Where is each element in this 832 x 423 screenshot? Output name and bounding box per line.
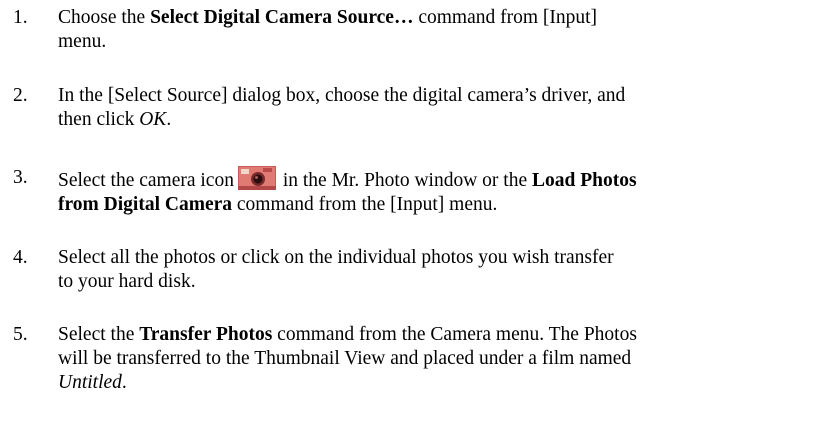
text-run: command from the Camera menu. The Photos [272, 324, 637, 345]
command-name: Load Photos [532, 170, 637, 191]
text-run: Select the [58, 324, 140, 345]
step-text: Choose the Select Digital Camera Source…… [58, 6, 828, 54]
command-name: Transfer Photos [139, 324, 273, 345]
step-text: Select the Transfer Photos command from … [58, 323, 828, 395]
step-number: 2. [13, 85, 28, 106]
film-name: Untitled [58, 372, 122, 393]
step-line: from Digital Camera command from the [In… [58, 193, 828, 217]
step-line: Choose the Select Digital Camera Source…… [58, 6, 828, 30]
text-run: Choose the [58, 7, 151, 28]
step-text: Select all the photos or click on the in… [58, 246, 828, 294]
step-line: Select the Transfer Photos command from … [58, 323, 828, 347]
step-line: Select all the photos or click on the in… [58, 247, 614, 268]
text-run: Select the camera icon [58, 170, 234, 191]
step-line: to your hard disk. [58, 271, 196, 292]
camera-icon [237, 166, 276, 190]
step-text: Select the camera icon in the Mr. Photo … [58, 166, 828, 217]
text-run: in the Mr. Photo window or the [277, 170, 532, 191]
text-run: command from the [Input] menu. [232, 194, 498, 215]
step-line: In the [Select Source] dialog box, choos… [58, 85, 626, 106]
text-run: command from [Input] [413, 7, 598, 28]
command-name: from Digital Camera [58, 194, 233, 215]
step-line: will be transferred to the Thumbnail Vie… [58, 348, 632, 369]
step-number: 1. [13, 7, 28, 28]
instruction-steps: 1. Choose the Select Digital Camera Sour… [0, 0, 832, 423]
text-run: . [121, 372, 127, 393]
step-line: Untitled. [58, 371, 828, 395]
step-text: In the [Select Source] dialog box, choos… [58, 84, 828, 132]
step-number: 5. [13, 324, 28, 345]
button-name: OK [139, 109, 167, 130]
step-line: menu. [58, 31, 107, 52]
step-number: 4. [13, 247, 28, 268]
text-run: . [166, 109, 172, 130]
step-line: Select the camera icon in the Mr. Photo … [58, 166, 828, 193]
text-run: then click [58, 109, 140, 130]
command-name: Select Digital Camera Source… [150, 7, 414, 28]
step-line: then click OK. [58, 108, 828, 132]
step-number: 3. [13, 167, 28, 188]
